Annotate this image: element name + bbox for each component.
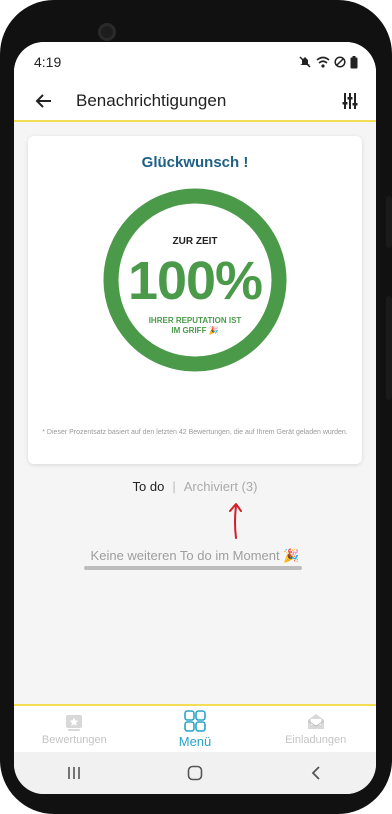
system-back-button[interactable] [296,755,336,791]
bottom-nav: Bewertungen Menü Einladungen [14,704,376,752]
nav-item-invitations[interactable]: Einladungen [255,706,376,752]
recents-icon [68,767,81,779]
reputation-line-2: IM GRIFF 🎉 [171,326,219,335]
empty-state-underline [84,566,302,570]
volume-button [386,196,392,248]
reputation-caption: IHRER REPUTATION IST IM GRIFF 🎉 [103,316,287,336]
reputation-percent: 100% [127,251,263,311]
arrow-left-icon [35,94,51,108]
nav-item-reviews[interactable]: Bewertungen [14,706,135,752]
do-not-disturb-icon [334,56,346,68]
mute-icon [299,56,311,68]
menu-grid-icon [184,709,206,732]
back-button[interactable] [26,83,62,119]
sliders-icon [342,93,358,109]
reputation-card: Glückwunsch ! ZUR ZEIT 100% IHRER REPUTA… [28,136,362,464]
footnote: * Dieser Prozentsatz basiert auf den let… [42,429,348,436]
power-button [386,296,392,400]
congrats-heading: Glückwunsch ! [141,154,249,171]
recents-button[interactable] [54,755,94,791]
home-button[interactable] [175,755,215,791]
app-bar: Benachrichtigungen [14,82,376,122]
front-camera [98,23,116,41]
annotation-arrow-icon [229,503,242,539]
system-nav-bar [14,752,376,794]
chevron-left-icon [311,766,320,780]
reputation-line-1: IHRER REPUTATION IST [148,316,242,325]
ring-text: ZUR ZEIT 100% IHRER REPUTATION IST IM GR… [103,188,287,372]
status-bar: 4:19 [14,42,376,82]
tab-separator: | [172,478,176,494]
status-time: 4:19 [34,54,62,70]
invitation-icon [307,714,324,729]
page-title: Benachrichtigungen [76,91,227,110]
current-label: ZUR ZEIT [172,236,218,247]
wifi-icon [316,56,330,68]
nav-label-menu: Menü [178,733,212,749]
nav-label-invitations: Einladungen [285,734,347,746]
nav-item-menu[interactable]: Menü [135,706,256,752]
home-icon [187,765,203,781]
phone-frame: 4:19 Benachrichtigungen Glückwunsch ! ZU… [0,0,392,814]
screen: 4:19 Benachrichtigungen Glückwunsch ! ZU… [14,42,376,794]
status-icons [298,55,358,69]
empty-state-message: Keine weiteren To do im Moment 🎉 [90,548,300,563]
reviews-icon [66,715,83,731]
tab-bar: To do | Archiviert (3) [14,476,376,496]
tab-todo[interactable]: To do [133,479,165,494]
nav-label-reviews: Bewertungen [41,734,107,746]
reputation-ring: ZUR ZEIT 100% IHRER REPUTATION IST IM GR… [103,188,287,372]
battery-icon [350,55,358,68]
tab-archived[interactable]: Archiviert (3) [184,479,258,494]
filter-button[interactable] [332,83,368,119]
